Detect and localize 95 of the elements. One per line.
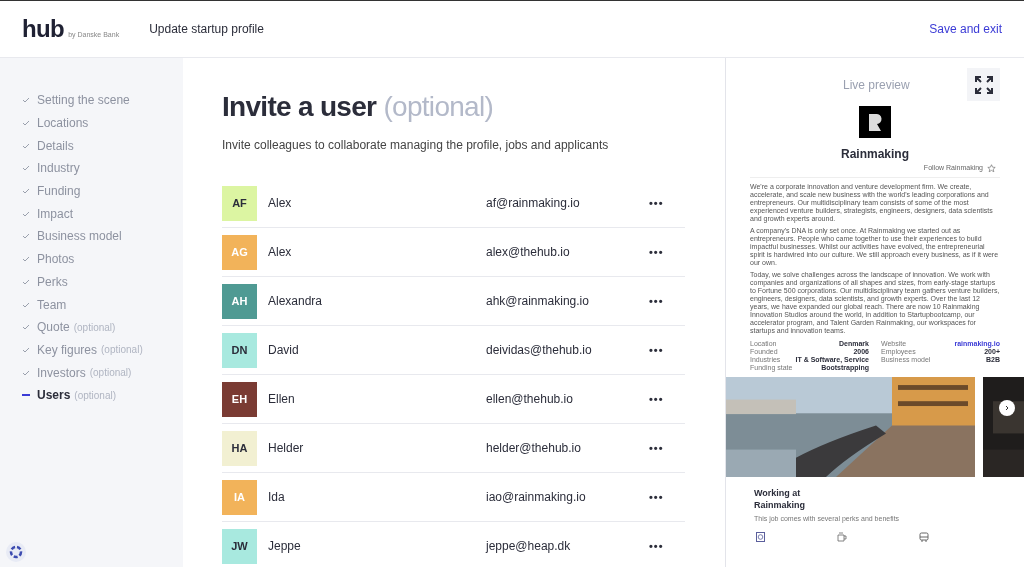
more-menu-button[interactable]: ••• bbox=[649, 390, 664, 408]
step-label: Investors bbox=[37, 364, 86, 382]
coffee-cup-icon bbox=[837, 532, 847, 542]
more-menu-button[interactable]: ••• bbox=[649, 341, 664, 359]
star-icon[interactable] bbox=[987, 163, 996, 173]
step-label: Impact bbox=[37, 205, 73, 223]
more-menu-button[interactable]: ••• bbox=[649, 537, 664, 555]
step-label: Funding bbox=[37, 183, 81, 201]
company-logo bbox=[859, 106, 891, 138]
more-menu-button[interactable]: ••• bbox=[649, 488, 664, 506]
user-email: ahk@rainmaking.io bbox=[486, 293, 590, 310]
more-menu-button[interactable]: ••• bbox=[649, 194, 664, 212]
user-name: Alexandra bbox=[268, 293, 324, 310]
step-label: Team bbox=[37, 296, 67, 314]
more-menu-button[interactable]: ••• bbox=[649, 243, 664, 261]
current-step-icon bbox=[22, 394, 30, 397]
user-email: deividas@thehub.io bbox=[486, 342, 593, 359]
logo: hub bbox=[22, 17, 65, 41]
more-menu-button[interactable]: ••• bbox=[649, 439, 664, 457]
check-icon bbox=[22, 346, 30, 353]
optional-note: (optional) bbox=[74, 388, 117, 403]
user-avatar: AG bbox=[222, 234, 257, 270]
check-icon bbox=[22, 301, 30, 308]
check-icon bbox=[22, 210, 30, 217]
check-icon bbox=[22, 233, 30, 240]
user-avatar: AF bbox=[222, 185, 257, 221]
preview-title: Live preview bbox=[843, 76, 910, 94]
step-item[interactable]: Industry bbox=[22, 157, 183, 180]
optional-note: (optional) bbox=[89, 366, 132, 381]
user-email: iao@rainmaking.io bbox=[486, 489, 587, 506]
step-label: Users bbox=[37, 387, 71, 405]
check-icon bbox=[22, 278, 30, 285]
page-title: Update startup profile bbox=[149, 21, 264, 38]
step-item[interactable]: Business model bbox=[22, 225, 183, 248]
check-icon bbox=[22, 165, 30, 172]
chevron-right-icon bbox=[1004, 405, 1010, 411]
check-icon bbox=[22, 97, 30, 104]
section-subtitle: Invite colleagues to collaborate managing the profile, jobs and applicants bbox=[222, 137, 610, 154]
step-item[interactable]: Photos bbox=[22, 247, 183, 271]
user-email: helder@thehub.io bbox=[486, 440, 582, 457]
user-name: Helder bbox=[268, 440, 305, 457]
section-title: Invite a user (optional) bbox=[222, 90, 495, 124]
step-label: Business model bbox=[37, 228, 122, 246]
user-email: alex@thehub.io bbox=[486, 244, 571, 261]
step-label: Setting the scene bbox=[37, 92, 130, 110]
user-avatar: DN bbox=[222, 332, 257, 368]
user-name: Alex bbox=[268, 244, 293, 261]
user-name: Alex bbox=[268, 195, 293, 212]
user-name: Ellen bbox=[268, 391, 296, 408]
clock-icon bbox=[756, 532, 765, 542]
step-label: Industry bbox=[37, 160, 80, 178]
step-label: Locations bbox=[37, 115, 89, 133]
more-menu-button[interactable]: ••• bbox=[649, 292, 664, 310]
step-item[interactable]: Impact bbox=[22, 202, 183, 226]
step-label: Key figures bbox=[37, 341, 98, 359]
user-name: David bbox=[268, 342, 300, 359]
step-item[interactable]: Key figures (optional) bbox=[22, 338, 183, 362]
step-item[interactable]: Locations bbox=[22, 111, 183, 135]
step-item[interactable]: Funding bbox=[22, 179, 183, 203]
step-item[interactable]: Investors (optional) bbox=[22, 361, 183, 384]
user-email: jeppe@heap.dk bbox=[486, 538, 572, 555]
user-avatar: IA bbox=[222, 479, 257, 515]
check-icon bbox=[22, 120, 30, 127]
user-avatar: AH bbox=[222, 283, 257, 319]
company-name: Rainmaking bbox=[841, 146, 909, 163]
help-icon[interactable] bbox=[5, 541, 27, 563]
user-email: ellen@thehub.io bbox=[486, 391, 574, 408]
step-item[interactable]: Perks bbox=[22, 270, 183, 294]
check-icon bbox=[22, 142, 30, 149]
check-icon bbox=[22, 324, 30, 331]
working-title: Working at Rainmaking bbox=[754, 486, 806, 511]
user-email: af@rainmaking.io bbox=[486, 195, 581, 212]
expand-button[interactable] bbox=[967, 68, 1000, 101]
user-name: Ida bbox=[268, 489, 286, 506]
step-label: Quote bbox=[37, 319, 70, 337]
user-avatar: EH bbox=[222, 381, 257, 417]
optional-note: (optional) bbox=[101, 343, 143, 358]
step-label: Perks bbox=[37, 273, 68, 291]
user-avatar: JW bbox=[222, 528, 257, 564]
bus-icon bbox=[919, 532, 929, 542]
step-item[interactable]: Details bbox=[22, 134, 183, 158]
check-icon bbox=[22, 256, 30, 263]
user-avatar: HA bbox=[222, 430, 257, 466]
step-label: Photos bbox=[37, 251, 75, 269]
step-label: Details bbox=[37, 137, 74, 155]
save-and-exit-link[interactable]: Save and exit bbox=[929, 20, 1002, 38]
expand-icon bbox=[973, 74, 994, 95]
step-item[interactable]: Setting the scene bbox=[22, 89, 183, 112]
user-name: Jeppe bbox=[268, 538, 302, 555]
step-item[interactable]: Quote (optional) bbox=[22, 315, 183, 339]
check-icon bbox=[22, 369, 30, 376]
optional-note: (optional) bbox=[73, 320, 116, 335]
check-icon bbox=[22, 188, 30, 195]
step-item[interactable]: Team bbox=[22, 293, 183, 316]
step-item[interactable]: Users (optional) bbox=[22, 383, 183, 407]
